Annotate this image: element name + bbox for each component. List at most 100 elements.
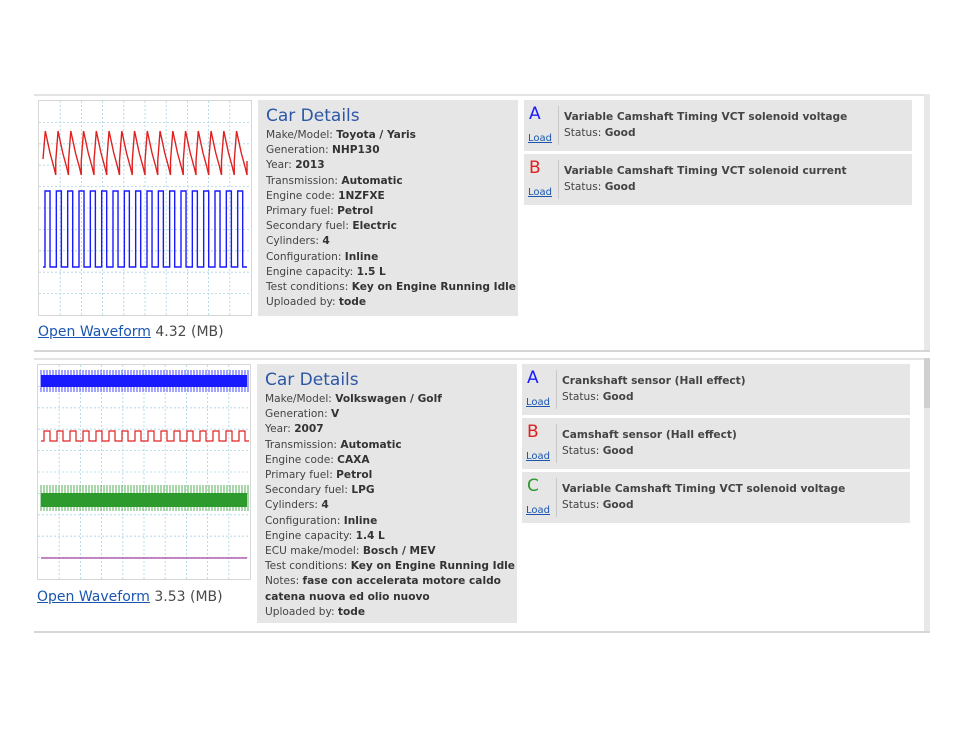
car-detail-label: Make/Model:: [265, 393, 332, 405]
channel-divider: [556, 424, 557, 463]
car-detail-value: Petrol: [337, 205, 374, 218]
car-detail-value: Electric: [352, 220, 397, 233]
status-label: Status:: [564, 127, 602, 139]
car-detail-row: Engine code: CAXA: [265, 453, 509, 468]
channel-letter: C: [527, 476, 539, 496]
car-detail-value: Key on Engine Running Idle: [350, 560, 515, 573]
car-detail-value: LPG: [351, 484, 375, 497]
car-details-panel: Car Details Make/Model: Volkswagen / Gol…: [257, 364, 517, 623]
car-detail-value: 1NZFXE: [338, 189, 385, 202]
car-detail-value: Volkswagen / Golf: [335, 393, 442, 405]
car-detail-row: Generation: NHP130: [266, 143, 510, 158]
car-detail-row: Year: 2013: [266, 158, 510, 173]
car-detail-value: Inline: [343, 514, 378, 527]
load-channel-link[interactable]: Load: [528, 133, 552, 144]
car-detail-value: 2007: [294, 423, 324, 436]
car-detail-row: Notes: fase con accelerata motore caldo …: [265, 574, 509, 604]
car-detail-value: Inline: [344, 250, 379, 263]
car-detail-row: Test conditions: Key on Engine Running I…: [265, 559, 515, 574]
car-detail-row: Transmission: Automatic: [266, 174, 510, 189]
car-detail-row: Uploaded by: tode: [266, 295, 510, 310]
channel-title: Crankshaft sensor (Hall effect): [562, 375, 746, 387]
channel-row-b: B Load Variable Camshaft Timing VCT soleno…: [524, 154, 912, 205]
car-detail-row: Generation: V: [265, 407, 509, 422]
open-waveform-link[interactable]: Open Waveform: [37, 589, 150, 605]
car-detail-value: NHP130: [332, 144, 380, 157]
channel-title: Variable Camshaft Timing VCT solenoid vo…: [564, 111, 848, 123]
channel-list: A Load Crankshaft sensor (Hall effect) Stat…: [522, 364, 910, 526]
car-detail-label: Uploaded by:: [266, 296, 336, 309]
car-detail-value: CAXA: [337, 453, 370, 466]
car-detail-row: Make/Model: Volkswagen / Golf: [265, 392, 509, 407]
status-label: Status:: [564, 181, 602, 193]
car-detail-value: 4: [321, 499, 329, 512]
car-detail-value: 2013: [295, 159, 325, 172]
car-detail-label: Uploaded by:: [265, 605, 335, 618]
car-detail-row: Cylinders: 4: [265, 498, 509, 513]
load-channel-link[interactable]: Load: [526, 397, 550, 408]
channel-letter: B: [529, 158, 541, 178]
car-detail-label: ECU make/model:: [265, 545, 360, 558]
car-detail-label: Year:: [265, 423, 291, 436]
channel-row-c: C Load Variable Camshaft Timing VCT soleno…: [522, 472, 910, 523]
car-detail-value: 1.4 L: [355, 529, 385, 542]
car-detail-value: tode: [338, 296, 367, 309]
waveform-listing-1: Open Waveform 4.32 (MB) Car Details Make…: [34, 94, 930, 352]
car-detail-row: Configuration: Inline: [265, 514, 509, 529]
car-detail-value: Toyota / Yaris: [336, 129, 416, 141]
status-label: Status:: [562, 445, 600, 457]
open-waveform-link[interactable]: Open Waveform: [38, 324, 151, 340]
car-detail-row: Configuration: Inline: [266, 250, 510, 265]
car-detail-row: Primary fuel: Petrol: [265, 468, 509, 483]
open-waveform-line: Open Waveform 3.53 (MB): [37, 589, 223, 605]
scrollbar[interactable]: [924, 358, 930, 631]
car-detail-row: Uploaded by: tode: [265, 605, 509, 620]
car-detail-value: Automatic: [340, 438, 402, 451]
car-detail-label: Primary fuel:: [265, 469, 333, 482]
car-details-fields: Make/Model: Volkswagen / Golf Generation:…: [265, 392, 515, 620]
load-channel-link[interactable]: Load: [528, 187, 552, 198]
status-value: Good: [602, 445, 634, 457]
cam-trace: [41, 430, 249, 442]
waveform-listing-2: Open Waveform 3.53 (MB) Car Details Make…: [34, 358, 930, 633]
channel-list: A Load Variable Camshaft Timing VCT soleno…: [524, 100, 912, 208]
load-channel-link[interactable]: Load: [526, 505, 550, 516]
car-detail-row: Engine capacity: 1.4 L: [265, 529, 509, 544]
car-detail-label: Make/Model:: [266, 129, 333, 141]
car-detail-value: Key on Engine Running Idle: [351, 281, 516, 294]
car-detail-value: Petrol: [336, 469, 373, 482]
file-size: 3.53 (MB): [154, 589, 223, 605]
channel-divider: [558, 106, 559, 145]
channel-status: Status: Good: [564, 181, 636, 193]
scrollbar-thumb[interactable]: [924, 358, 930, 408]
car-detail-label: Configuration:: [265, 514, 341, 527]
scrollbar[interactable]: [924, 94, 930, 350]
car-detail-label: Engine code:: [265, 453, 334, 466]
channel-divider: [556, 478, 557, 517]
status-label: Status:: [562, 499, 600, 511]
waveform-thumbnail[interactable]: [37, 364, 251, 580]
channel-row-b: B Load Camshaft sensor (Hall effect) Status…: [522, 418, 910, 469]
car-detail-label: Generation:: [265, 408, 328, 421]
load-channel-link[interactable]: Load: [526, 451, 550, 462]
car-detail-value: Bosch / MEV: [362, 545, 436, 558]
car-detail-label: Test conditions:: [265, 560, 348, 573]
waveform-preview-graphic: [38, 365, 250, 579]
status-value: Good: [602, 499, 634, 511]
car-detail-label: Configuration:: [266, 250, 342, 263]
status-value: Good: [604, 127, 636, 139]
waveform-thumbnail[interactable]: [38, 100, 252, 316]
car-detail-label: Transmission:: [265, 438, 338, 451]
car-detail-label: Cylinders:: [265, 499, 318, 512]
channel-row-a: A Load Crankshaft sensor (Hall effect) Stat…: [522, 364, 910, 415]
car-detail-label: Cylinders:: [266, 235, 319, 248]
car-detail-label: Engine capacity:: [265, 529, 353, 542]
channel-letter: A: [529, 104, 541, 124]
channel-status: Status: Good: [564, 127, 636, 139]
car-detail-row: ECU make/model: Bosch / MEV: [265, 544, 509, 559]
car-detail-label: Generation:: [266, 144, 329, 157]
status-label: Status:: [562, 391, 600, 403]
channel-divider: [556, 370, 557, 409]
car-detail-value: fase con accelerata motore caldo catena …: [265, 575, 501, 603]
car-detail-row: Engine capacity: 1.5 L: [266, 265, 510, 280]
